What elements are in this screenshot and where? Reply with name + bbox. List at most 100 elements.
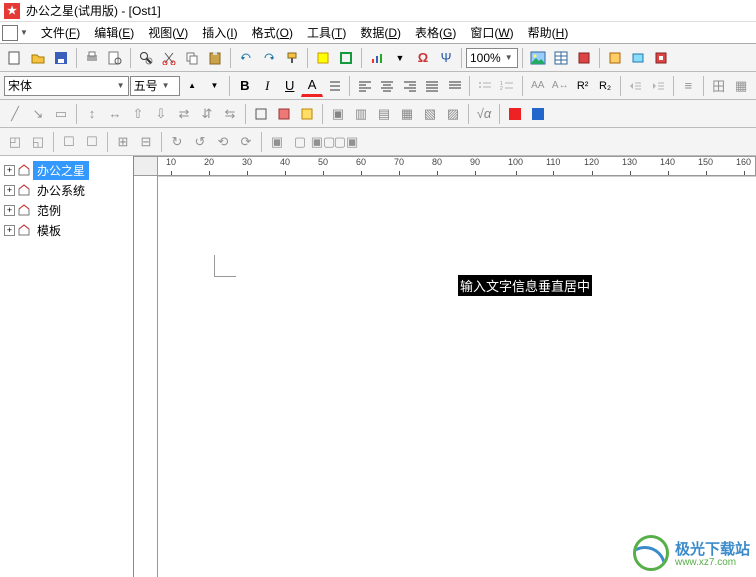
obj-g-button[interactable]: ↻	[166, 131, 188, 153]
tree-item-1[interactable]: +办公系统	[2, 180, 131, 200]
spacing-aa-button[interactable]: AA	[527, 75, 548, 97]
align-dropdown-button[interactable]	[324, 75, 345, 97]
font-size-combo[interactable]: 五号▼	[130, 76, 181, 96]
line-tool-button[interactable]: ╱	[4, 103, 26, 125]
open-button[interactable]	[27, 47, 49, 69]
expand-icon[interactable]: +	[4, 205, 15, 216]
cut-button[interactable]	[158, 47, 180, 69]
menu-e[interactable]: 编辑(E)	[87, 22, 141, 43]
menu-d[interactable]: 数据(D)	[353, 22, 408, 43]
zoom-combo[interactable]: 100%▼	[466, 48, 518, 68]
tree-item-3[interactable]: +模板	[2, 220, 131, 240]
psi-button[interactable]: Ψ	[435, 47, 457, 69]
border-b-button[interactable]	[273, 103, 295, 125]
merge-d-button[interactable]: ▦	[396, 103, 418, 125]
arrow-d-button[interactable]: ⇩	[150, 103, 172, 125]
expand-icon[interactable]: +	[4, 165, 15, 176]
format-painter-button[interactable]	[281, 47, 303, 69]
document-canvas[interactable]: 输入文字信息垂直居中	[158, 176, 756, 577]
color-blue-button[interactable]	[527, 103, 549, 125]
mdi-doc-icon[interactable]	[2, 25, 18, 41]
menu-v[interactable]: 视图(V)	[141, 22, 195, 43]
menu-t[interactable]: 工具(T)	[300, 22, 353, 43]
list-number-button[interactable]: 12	[497, 75, 518, 97]
connector-button[interactable]: ↘	[27, 103, 49, 125]
underline-button[interactable]: U	[279, 75, 300, 97]
align-justify-button[interactable]	[421, 75, 442, 97]
new-button[interactable]	[4, 47, 26, 69]
extra-b-button[interactable]: ▦	[730, 75, 751, 97]
omega-button[interactable]: Ω	[412, 47, 434, 69]
merge-f-button[interactable]: ▨	[442, 103, 464, 125]
outline-button[interactable]	[335, 47, 357, 69]
arrow-f-button[interactable]: ⇵	[196, 103, 218, 125]
paste-button[interactable]	[204, 47, 226, 69]
menu-o[interactable]: 格式(O)	[245, 22, 300, 43]
object-button[interactable]	[573, 47, 595, 69]
group-b-button[interactable]: ▢	[289, 131, 311, 153]
obj-f-button[interactable]: ⊟	[135, 131, 157, 153]
align-left-button[interactable]	[354, 75, 375, 97]
menu-i[interactable]: 插入(I)	[195, 22, 244, 43]
group-a-button[interactable]: ▣	[266, 131, 288, 153]
expand-icon[interactable]: +	[4, 225, 15, 236]
find-button[interactable]	[135, 47, 157, 69]
merge-c-button[interactable]: ▤	[373, 103, 395, 125]
italic-button[interactable]: I	[257, 75, 278, 97]
obj-d-button[interactable]: ☐	[81, 131, 103, 153]
arrow-b-button[interactable]: ↔	[104, 103, 126, 125]
align-right-button[interactable]	[399, 75, 420, 97]
border-c-button[interactable]	[296, 103, 318, 125]
arrow-g-button[interactable]: ⇆	[219, 103, 241, 125]
align-distribute-button[interactable]	[444, 75, 465, 97]
menu-h[interactable]: 帮助(H)	[521, 22, 576, 43]
align-center-button[interactable]	[377, 75, 398, 97]
print-preview-button[interactable]	[104, 47, 126, 69]
font-color-button[interactable]: A	[301, 75, 322, 97]
expand-icon[interactable]: +	[4, 185, 15, 196]
arrow-c-button[interactable]: ⇧	[127, 103, 149, 125]
bold-button[interactable]: B	[234, 75, 255, 97]
increase-size-button[interactable]: ▲	[181, 75, 202, 97]
tool-a-button[interactable]	[604, 47, 626, 69]
indent-inc-button[interactable]	[625, 75, 646, 97]
group-c-button[interactable]: ▣▢	[312, 131, 334, 153]
obj-a-button[interactable]: ◰	[4, 131, 26, 153]
list-bullet-button[interactable]	[474, 75, 495, 97]
decrease-size-button[interactable]: ▼	[204, 75, 225, 97]
obj-b-button[interactable]: ◱	[27, 131, 49, 153]
color-red-button[interactable]	[504, 103, 526, 125]
arrow-e-button[interactable]: ⇄	[173, 103, 195, 125]
chart-button[interactable]	[366, 47, 388, 69]
obj-c-button[interactable]: ☐	[58, 131, 80, 153]
obj-e-button[interactable]: ⊞	[112, 131, 134, 153]
menu-f[interactable]: 文件(F)	[34, 22, 87, 43]
tree-item-2[interactable]: +范例	[2, 200, 131, 220]
obj-h-button[interactable]: ↺	[189, 131, 211, 153]
extra-a-button[interactable]: 田	[708, 75, 729, 97]
group-d-button[interactable]: ▢▣	[335, 131, 357, 153]
mdi-toggle-icon[interactable]: ▼	[20, 28, 28, 37]
undo-button[interactable]	[235, 47, 257, 69]
image-button[interactable]	[527, 47, 549, 69]
tool-b-button[interactable]	[627, 47, 649, 69]
merge-a-button[interactable]: ▣	[327, 103, 349, 125]
menu-w[interactable]: 窗口(W)	[463, 22, 520, 43]
horizontal-ruler[interactable]: 102030405060708090100110120130140150160	[158, 156, 756, 176]
tool-c-button[interactable]	[650, 47, 672, 69]
indent-dec-button[interactable]	[647, 75, 668, 97]
rect-tool-button[interactable]: ▭	[50, 103, 72, 125]
dropdown-button[interactable]: ▼	[389, 47, 411, 69]
highlight-button[interactable]	[312, 47, 334, 69]
redo-button[interactable]	[258, 47, 280, 69]
subscript-button[interactable]: R₂	[594, 75, 615, 97]
line-spacing-button[interactable]: ≡	[678, 75, 699, 97]
copy-button[interactable]	[181, 47, 203, 69]
save-button[interactable]	[50, 47, 72, 69]
superscript-button[interactable]: R²	[572, 75, 593, 97]
spacing-ab-button[interactable]: A↔	[550, 75, 571, 97]
formula-button[interactable]: √α	[473, 103, 495, 125]
tree-item-0[interactable]: +办公之星	[2, 160, 131, 180]
selected-text[interactable]: 输入文字信息垂直居中	[458, 275, 592, 296]
arrow-a-button[interactable]: ↕	[81, 103, 103, 125]
